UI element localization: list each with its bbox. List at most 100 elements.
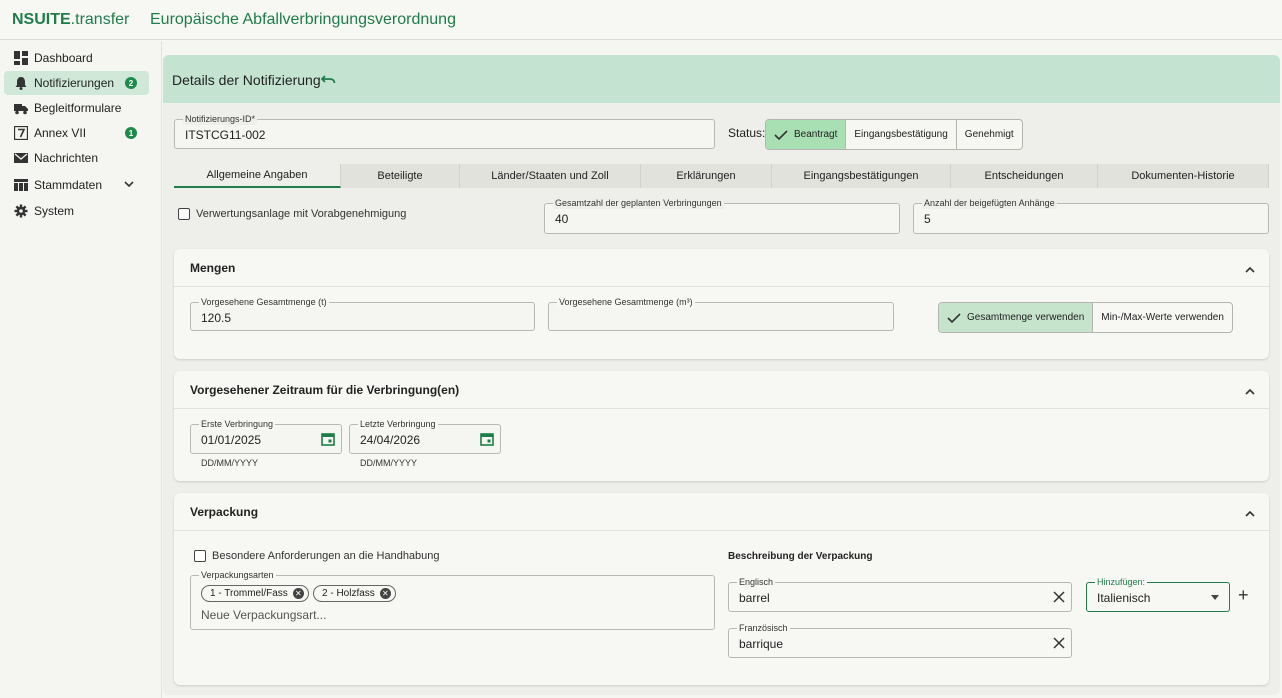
field-value: ITSTCG11-002 <box>185 128 266 142</box>
remove-chip-icon[interactable]: ✕ <box>379 588 391 599</box>
detail-header: Details der Notifizierung <box>163 55 1280 103</box>
tab-laender-staaten-zoll[interactable]: Länder/Staaten und Zoll <box>460 164 641 188</box>
tab-beteiligte[interactable]: Beteiligte <box>341 164 460 188</box>
chevron-down-icon[interactable] <box>123 178 135 193</box>
gesamtmenge-button[interactable]: Gesamtmenge verwenden <box>939 303 1094 332</box>
sidebar-item-begleitformulare[interactable]: Begleitformulare <box>4 96 149 120</box>
card-header[interactable]: Vorgesehener Zeitraum für die Verbringun… <box>174 371 1269 409</box>
field-label: Letzte Verbringung <box>358 418 438 430</box>
date-format-hint: DD/MM/YYYY <box>201 458 259 468</box>
toggle-label: Min-/Max-Werte verwenden <box>1101 312 1224 323</box>
bell-icon <box>14 76 28 90</box>
sidebar-item-label: Stammdaten <box>34 178 103 192</box>
packaging-chip[interactable]: 1 - Trommel/Fass ✕ <box>201 585 309 602</box>
field-label: Hinzufügen: <box>1095 576 1148 588</box>
chip-label: 1 - Trommel/Fass <box>210 588 288 599</box>
annex-icon <box>13 125 29 141</box>
field-label: Erste Verbringung <box>199 418 276 430</box>
sidebar-item-label: Begleitformulare <box>34 101 122 115</box>
total-m3-field[interactable]: Vorgesehene Gesamtmenge (m³) <box>548 296 894 331</box>
sidebar-item-stammdaten[interactable]: Stammdaten <box>4 173 149 197</box>
field-value: 5 <box>924 212 931 226</box>
mengen-card: Mengen Vorgesehene Gesamtmenge (t) 120.5… <box>174 249 1269 359</box>
sidebar-item-annex-vii[interactable]: Annex VII 1 <box>4 121 149 145</box>
field-value: 24/04/2026 <box>360 433 421 447</box>
field-value: 120.5 <box>201 311 232 325</box>
verwertungsanlage-checkbox[interactable] <box>178 208 190 220</box>
status-beantragt-button[interactable]: Beantragt <box>766 120 847 149</box>
page-title: Details der Notifizierung <box>172 72 321 88</box>
sidebar-item-dashboard[interactable]: Dashboard <box>4 46 149 70</box>
sidebar-item-system[interactable]: System <box>4 199 149 223</box>
close-icon[interactable] <box>1053 591 1065 606</box>
sidebar-item-label: Dashboard <box>34 51 93 65</box>
field-value: 40 <box>555 212 569 226</box>
sidebar-item-notifizierungen[interactable]: Notifizierungen 2 <box>4 71 149 95</box>
tab-erklaerungen[interactable]: Erklärungen <box>641 164 772 188</box>
status-option-label: Eingangsbestätigung <box>854 129 948 140</box>
last-shipment-date-field[interactable]: Letzte Verbringung 24/04/2026 <box>349 418 501 454</box>
card-title: Verpackung <box>190 505 259 519</box>
quantity-mode-toggle: Gesamtmenge verwenden Min-/Max-Werte ver… <box>938 302 1233 333</box>
chevron-up-icon[interactable] <box>1245 385 1255 399</box>
field-label: Verpackungsarten <box>199 569 276 581</box>
french-description-field[interactable]: Französisch barrique <box>728 622 1072 658</box>
calendar-icon[interactable] <box>321 432 335 449</box>
status-toggle-group: Beantragt Eingangsbestätigung Genehmigt <box>765 119 1023 150</box>
first-shipment-date-field[interactable]: Erste Verbringung 01/01/2025 <box>190 418 342 454</box>
zeitraum-card: Vorgesehener Zeitraum für die Verbringun… <box>174 371 1269 481</box>
status-option-label: Genehmigt <box>964 129 1014 140</box>
card-title: Vorgesehener Zeitraum für die Verbringun… <box>190 383 460 397</box>
close-icon[interactable] <box>1053 637 1065 652</box>
card-header[interactable]: Verpackung <box>174 493 1269 531</box>
chevron-up-icon[interactable] <box>1245 507 1255 521</box>
field-value: 01/01/2025 <box>201 433 262 447</box>
gear-icon <box>14 204 28 218</box>
chevron-up-icon[interactable] <box>1245 263 1255 277</box>
attachments-count-field[interactable]: Anzahl der beigefügten Anhänge 5 <box>913 197 1269 234</box>
english-description-field[interactable]: Englisch barrel <box>728 576 1072 612</box>
field-value: barrel <box>739 591 770 605</box>
undo-icon[interactable] <box>320 72 336 89</box>
dropdown-arrow-icon[interactable] <box>1211 595 1219 600</box>
total-tonnes-field[interactable]: Vorgesehene Gesamtmenge (t) 120.5 <box>190 296 535 331</box>
remove-chip-icon[interactable]: ✕ <box>292 588 304 599</box>
table-icon <box>14 178 28 192</box>
tab-dokumenten-historie[interactable]: Dokumenten-Historie <box>1098 164 1269 188</box>
brand-logo[interactable]: NSUITE.transfer <box>12 11 129 29</box>
card-header[interactable]: Mengen <box>174 249 1269 287</box>
field-label: Französisch <box>737 622 790 634</box>
planned-shipments-field[interactable]: Gesamtzahl der geplanten Verbringungen 4… <box>544 197 900 234</box>
add-language-button[interactable]: + <box>1238 585 1249 606</box>
tab-eingangsbestaetigungen[interactable]: Eingangsbestätigungen <box>772 164 951 188</box>
field-label: Notifizierungs-ID* <box>183 113 258 125</box>
notification-id-field[interactable]: Notifizierungs-ID* ITSTCG11-002 <box>174 113 715 149</box>
min-max-button[interactable]: Min-/Max-Werte verwenden <box>1093 303 1232 332</box>
dashboard-icon <box>14 51 28 65</box>
toggle-label: Gesamtmenge verwenden <box>967 312 1085 323</box>
truck-icon <box>14 101 28 115</box>
card-title: Mengen <box>190 261 236 275</box>
tab-allgemeine-angaben[interactable]: Allgemeine Angaben <box>174 164 341 188</box>
packaging-types-field[interactable]: Verpackungsarten 1 - Trommel/Fass ✕ 2 - … <box>190 569 715 630</box>
checkbox-label: Besondere Anforderungen an die Handhabun… <box>212 550 440 562</box>
check-icon <box>947 312 961 323</box>
date-format-hint: DD/MM/YYYY <box>360 458 418 468</box>
packaging-input-placeholder[interactable]: Neue Verpackungsart... <box>201 608 326 622</box>
sidebar-item-nachrichten[interactable]: Nachrichten <box>4 146 149 170</box>
status-eingangsbestaetigung-button[interactable]: Eingangsbestätigung <box>846 120 957 149</box>
count-badge: 1 <box>125 127 137 139</box>
status-genehmigt-button[interactable]: Genehmigt <box>957 120 1022 149</box>
handhabung-checkbox[interactable] <box>194 550 206 562</box>
tab-entscheidungen[interactable]: Entscheidungen <box>951 164 1098 188</box>
count-badge: 2 <box>125 77 137 89</box>
verpackung-card: Verpackung Besondere Anforderungen an di… <box>174 493 1269 685</box>
tab-bar: Allgemeine Angaben Beteiligte Länder/Sta… <box>174 164 1269 188</box>
field-label: Vorgesehene Gesamtmenge (t) <box>199 296 329 308</box>
sidebar-item-label: Notifizierungen <box>34 76 115 90</box>
add-language-select[interactable]: Hinzufügen: Italienisch <box>1086 576 1230 612</box>
calendar-icon[interactable] <box>480 432 494 449</box>
status-option-label: Beantragt <box>794 129 838 140</box>
packaging-chip[interactable]: 2 - Holzfass ✕ <box>313 585 396 602</box>
sidebar: Dashboard Notifizierungen 2 Begleitformu… <box>0 41 162 698</box>
